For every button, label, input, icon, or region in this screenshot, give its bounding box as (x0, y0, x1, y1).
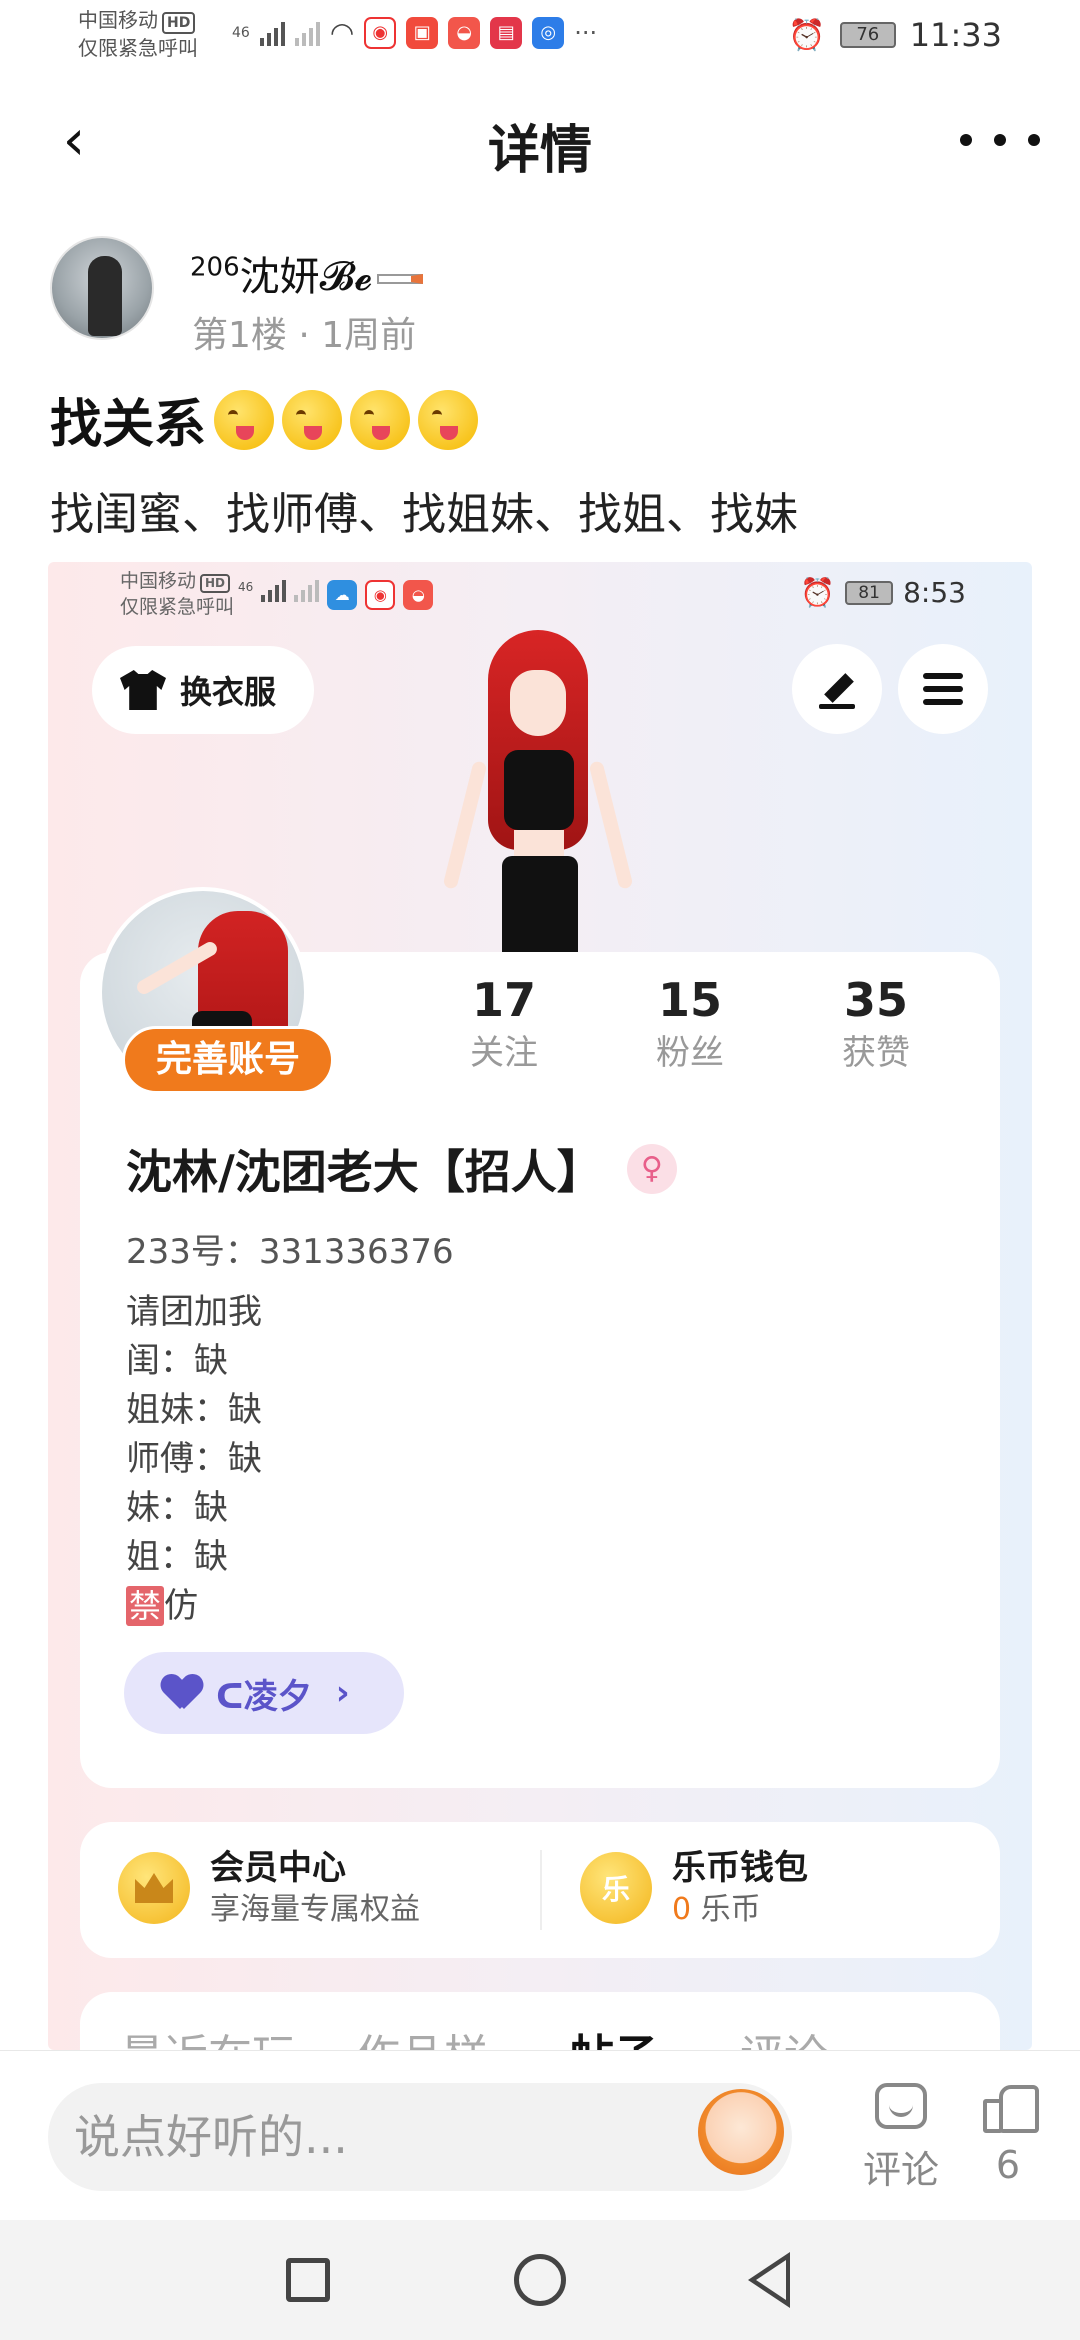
comment-button[interactable]: 评论 (856, 2083, 946, 2194)
chevron-right-icon: › (335, 1673, 350, 1713)
comment-bar: 说点好听的... 评论 6 (0, 2050, 1080, 2220)
profile-bio: 请团加我 闺：缺 姐妹：缺 师傅：缺 妹：缺 姐：缺 禁仿 (126, 1292, 262, 1626)
tab-comments[interactable]: 评论 (740, 2020, 828, 2050)
edit-profile-button[interactable] (792, 644, 882, 734)
wallet-entry[interactable]: 乐 乐币钱包 0 乐币 (580, 1846, 808, 1930)
heart-icon (162, 1675, 202, 1711)
more-dot (994, 134, 1006, 146)
system-nav-bar (0, 2220, 1080, 2340)
comment-bubble-icon (875, 2083, 927, 2129)
home-icon[interactable] (514, 2254, 566, 2306)
post-title: 找关系 (50, 382, 479, 457)
shopping-app-icon: ◒ (403, 580, 434, 610)
like-count: 6 (995, 2143, 1021, 2187)
reader-app-icon: ▤ (490, 16, 523, 49)
yum-emoji-icon (282, 389, 343, 450)
cigarette-emoji-icon (376, 274, 423, 284)
more-dot (1028, 134, 1040, 146)
status-icons: 46 ◠ ◉ ▣ ◒ ▤ ◎ ··· (232, 16, 598, 49)
signal-icon (259, 20, 285, 46)
image-status-bar: 中国移动 HD 仅限紧急呼叫 46 ☁ ◉ ◒ ⏰ 81 8:53 (120, 570, 966, 618)
video-app-icon: ▣ (406, 16, 439, 49)
carrier-info: 中国移动 HD 仅限紧急呼叫 (78, 8, 198, 60)
wifi-icon: ◠ (329, 16, 355, 49)
tab-recent-games[interactable]: 最近在玩 (120, 2020, 296, 2050)
tongue-out-emoji-icon (418, 389, 479, 450)
mascot-emoji-button[interactable] (698, 2089, 784, 2175)
yum-emoji-icon (214, 389, 275, 450)
divider (540, 1850, 542, 1930)
more-options-button[interactable] (960, 110, 1040, 170)
top-nav-bar: ‹ 详情 (0, 90, 1080, 200)
like-button[interactable]: 6 (968, 2083, 1048, 2187)
alarm-icon: ⏰ (800, 576, 836, 609)
recent-apps-icon[interactable] (286, 2258, 330, 2302)
shopping-app-icon: ◒ (448, 16, 481, 49)
post-image[interactable]: 中国移动 HD 仅限紧急呼叫 46 ☁ ◉ ◒ ⏰ 81 8:53 换衣服 完善… (48, 562, 1032, 2050)
tab-works[interactable]: 作品样 (356, 2020, 488, 2050)
post-body: 找闺蜜、找师傅、找姐妹、找姐、找妹 (50, 489, 798, 540)
back-triangle-icon[interactable] (748, 2252, 790, 2308)
stat-following[interactable]: 17 关注 (434, 972, 574, 1078)
weather-app-icon: ☁ (327, 580, 358, 610)
crown-icon (118, 1852, 190, 1924)
status-right: ⏰ 76 11:33 (788, 16, 1002, 54)
battery-indicator: 81 (845, 580, 894, 605)
tips-app-icon: ◎ (532, 16, 565, 49)
profile-uid: 233号：331336376 (126, 1232, 454, 1272)
complete-account-button[interactable]: 完善账号 (122, 1026, 334, 1094)
menu-icon (923, 673, 963, 705)
signal-no-sim-icon (294, 20, 320, 46)
group-chip[interactable]: ᑕ凌夕 › (124, 1652, 404, 1734)
menu-button[interactable] (898, 644, 988, 734)
ban-tag: 禁 (126, 1586, 165, 1626)
thumbs-up-icon (983, 2083, 1039, 2133)
author-avatar[interactable] (50, 236, 154, 340)
comment-input[interactable]: 说点好听的... (48, 2083, 792, 2191)
profile-tabs: 最近在玩 作品样 帖子 评论 (80, 1992, 1000, 2050)
profile-nickname: 沈林/沈团老大【招人】 ♀ (126, 1136, 677, 1202)
more-dot (960, 134, 972, 146)
yum-emoji-icon (350, 389, 411, 450)
vip-wallet-card: 会员中心 享海量专属权益 乐 乐币钱包 0 乐币 (80, 1822, 1000, 1958)
clock: 11:33 (909, 16, 1002, 54)
battery-indicator: 76 (839, 22, 896, 48)
stat-followers[interactable]: 15 粉丝 (620, 972, 760, 1078)
change-outfit-button[interactable]: 换衣服 (92, 646, 314, 734)
coin-icon: 乐 (580, 1852, 652, 1924)
weibo-icon: ◉ (364, 16, 397, 49)
pen-icon (817, 669, 857, 709)
female-icon: ♀ (626, 1144, 677, 1194)
page-title: 详情 (487, 121, 592, 181)
author-name[interactable]: 206沈妍𝓑𝓮 (190, 244, 423, 302)
alarm-icon: ⏰ (788, 17, 826, 53)
tab-posts[interactable]: 帖子 (570, 2020, 658, 2050)
status-bar: 中国移动 HD 仅限紧急呼叫 46 ◠ ◉ ▣ ◒ ▤ ◎ ··· ⏰ 76 11… (0, 0, 1080, 70)
stat-likes[interactable]: 35 获赞 (806, 972, 946, 1078)
shirt-icon (120, 670, 166, 710)
post-meta: 第1楼 · 1周前 (192, 315, 417, 356)
vip-center-entry[interactable]: 会员中心 享海量专属权益 (118, 1846, 420, 1930)
signal-no-sim-icon (294, 580, 320, 602)
weibo-icon: ◉ (365, 580, 396, 610)
signal-icon (261, 580, 287, 602)
